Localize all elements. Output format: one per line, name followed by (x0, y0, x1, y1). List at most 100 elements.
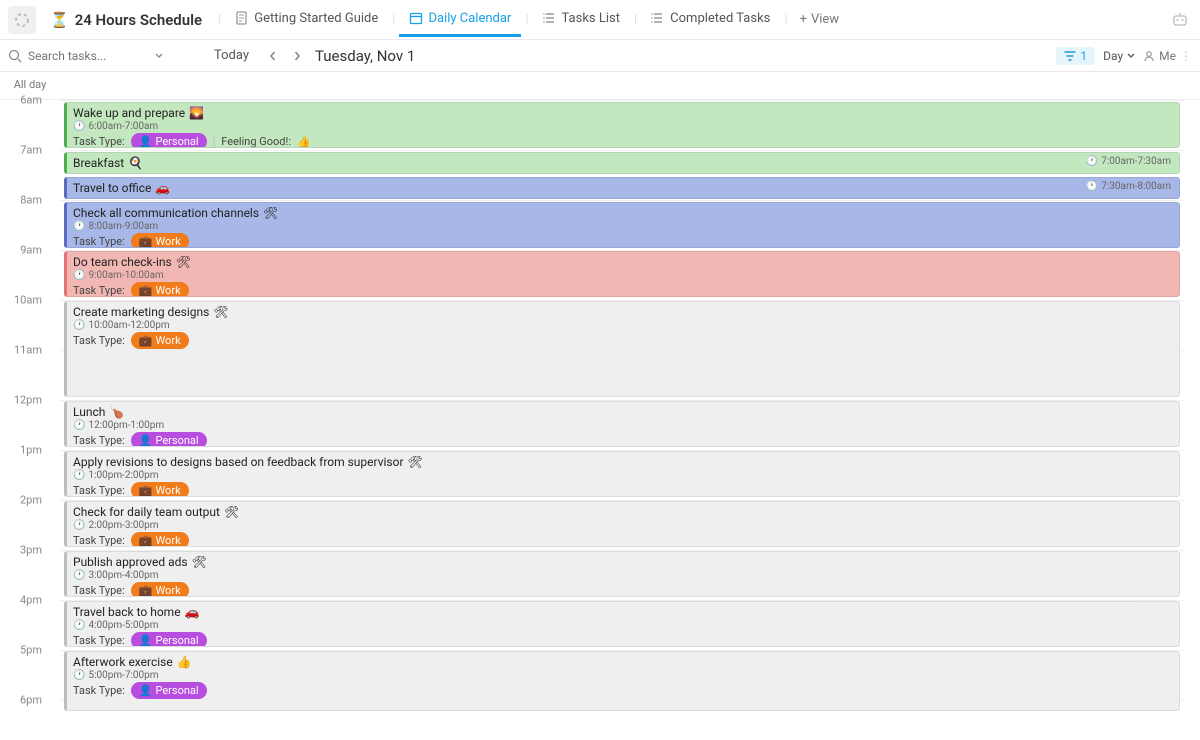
date-nav (263, 46, 307, 66)
event-title: Apply revisions to designs based on feed… (73, 455, 404, 469)
app-menu-button[interactable] (8, 6, 36, 34)
briefcase-icon: 💼 (139, 334, 153, 347)
hourglass-icon: ⏳ (50, 11, 69, 29)
event-time: 9:00am-10:00am (88, 270, 163, 281)
task-type-label: Task Type: (73, 284, 125, 297)
caret-down-icon (1127, 52, 1135, 60)
event-time: 3:00pm-4:00pm (88, 570, 158, 581)
pill-work: 💼Work (131, 582, 189, 597)
page-title-text: 24 Hours Schedule (75, 11, 202, 29)
pill-personal: 👤Personal (131, 632, 207, 647)
event-team-checkins[interactable]: Do team check-ins🛠 🕐9:00am-10:00am Task … (64, 251, 1180, 297)
food-icon: 🍗 (109, 405, 124, 419)
event-time: 10:00am-12:00pm (88, 320, 169, 331)
chevron-left-icon (268, 51, 278, 61)
car-icon: 🚗 (185, 605, 200, 619)
time-gutter: 6am 7am 8am 9am 10am 11am 12pm 1pm 2pm 3… (0, 100, 60, 740)
pill-work: 💼Work (131, 282, 189, 297)
event-travel-home[interactable]: Travel back to home🚗 🕐4:00pm-5:00pm Task… (64, 601, 1180, 647)
tools-icon: 🛠 (213, 305, 228, 319)
view-mode-dropdown[interactable]: Day (1103, 49, 1135, 63)
person-icon: 👤 (139, 684, 153, 697)
clock-icon: 🕐 (73, 670, 85, 681)
calendar: All day 6am 7am 8am 9am 10am 11am 12pm 1… (0, 72, 1200, 740)
next-day-button[interactable] (287, 46, 307, 66)
tab-label: Completed Tasks (670, 11, 770, 26)
pill-work: 💼Work (131, 233, 189, 248)
pill-personal: 👤Personal (131, 133, 207, 148)
event-wake-up[interactable]: Wake up and prepare🌄 🕐6:00am-7:00am Task… (64, 102, 1180, 148)
task-type-label: Task Type: (73, 534, 125, 547)
chevron-right-icon (292, 51, 302, 61)
hour-label: 4pm (20, 594, 42, 607)
event-travel-office[interactable]: Travel to office🚗 🕐7:30am-8:00am (64, 177, 1180, 199)
hour-label: 9am (20, 244, 42, 257)
briefcase-icon: 💼 (139, 584, 153, 597)
event-title: Breakfast (73, 156, 124, 170)
events-column[interactable]: Wake up and prepare🌄 🕐6:00am-7:00am Task… (60, 100, 1184, 740)
clock-icon: 🕐 (1086, 181, 1098, 192)
allday-row: All day (0, 72, 1200, 100)
prev-day-button[interactable] (263, 46, 283, 66)
event-check-team-output[interactable]: Check for daily team output🛠 🕐2:00pm-3:0… (64, 501, 1180, 547)
event-marketing-designs[interactable]: Create marketing designs🛠 🕐10:00am-12:00… (64, 301, 1180, 397)
clock-icon: 🕐 (73, 320, 85, 331)
event-title: Travel to office (73, 181, 151, 195)
tab-daily-calendar[interactable]: Daily Calendar (399, 3, 521, 37)
tools-icon: 🛠 (408, 455, 423, 469)
clock-icon: 🕐 (73, 270, 85, 281)
event-time: 4:00pm-5:00pm (88, 620, 158, 631)
event-title: Afterwork exercise (73, 655, 173, 669)
task-type-label: Task Type: (73, 684, 125, 697)
list-icon (543, 11, 557, 25)
tab-separator: | (218, 12, 221, 27)
tab-completed-tasks[interactable]: Completed Tasks (641, 3, 780, 37)
event-lunch[interactable]: Lunch🍗 🕐12:00pm-1:00pm Task Type:👤Person… (64, 401, 1180, 447)
clock-icon: 🕐 (73, 520, 85, 531)
thumbs-up-icon: 👍 (297, 135, 311, 148)
hour-label: 1pm (20, 444, 42, 457)
today-button[interactable]: Today (208, 44, 255, 67)
search-dropdown[interactable] (154, 51, 164, 61)
me-button[interactable]: Me ⋮ (1143, 49, 1192, 63)
tools-icon: 🛠 (263, 206, 278, 220)
pill-personal: 👤Personal (131, 682, 207, 699)
clock-icon: 🕐 (73, 121, 85, 132)
filter-button[interactable]: 1 (1056, 47, 1095, 65)
tab-separator: | (392, 12, 395, 27)
tab-getting-started[interactable]: Getting Started Guide (225, 3, 388, 37)
hour-label: 6am (20, 94, 42, 107)
event-apply-revisions[interactable]: Apply revisions to designs based on feed… (64, 451, 1180, 497)
event-check-communication[interactable]: Check all communication channels🛠 🕐8:00a… (64, 202, 1180, 248)
search-input[interactable] (28, 49, 148, 63)
event-breakfast[interactable]: Breakfast🍳 🕐7:00am-7:30am (64, 152, 1180, 174)
sunrise-icon: 🌄 (189, 106, 204, 120)
more-dots: ⋮ (1180, 49, 1192, 63)
event-publish-ads[interactable]: Publish approved ads🛠 🕐3:00pm-4:00pm Tas… (64, 551, 1180, 597)
task-type-label: Task Type: (73, 235, 125, 248)
event-time: 6:00am-7:00am (88, 121, 158, 132)
task-type-label: Task Type: (73, 434, 125, 447)
header-left: ⏳ 24 Hours Schedule | Getting Started Gu… (8, 3, 847, 37)
add-view-button[interactable]: + View (792, 6, 848, 33)
calendar-body: 6am 7am 8am 9am 10am 11am 12pm 1pm 2pm 3… (0, 100, 1200, 740)
robot-button[interactable] (1168, 8, 1192, 32)
event-title: Check for daily team output (73, 505, 220, 519)
header: ⏳ 24 Hours Schedule | Getting Started Gu… (0, 0, 1200, 40)
feeling-good-label: Feeling Good!: (221, 135, 291, 148)
person-icon (1143, 50, 1155, 62)
filter-count: 1 (1080, 49, 1087, 63)
event-afterwork-exercise[interactable]: Afterwork exercise👍 🕐5:00pm-7:00pm Task … (64, 651, 1180, 711)
tab-tasks-list[interactable]: Tasks List (533, 3, 630, 37)
task-type-label: Task Type: (73, 135, 125, 148)
briefcase-icon: 💼 (139, 534, 153, 547)
event-time: 5:00pm-7:00pm (88, 670, 158, 681)
breakfast-icon: 🍳 (128, 156, 143, 170)
clock-icon: 🕐 (73, 620, 85, 631)
clock-icon: 🕐 (73, 221, 85, 232)
date-label: Tuesday, Nov 1 (315, 47, 415, 65)
tab-label: Daily Calendar (428, 11, 511, 26)
hour-label: 3pm (20, 544, 42, 557)
task-type-label: Task Type: (73, 634, 125, 647)
clock-icon: 🕐 (73, 470, 85, 481)
